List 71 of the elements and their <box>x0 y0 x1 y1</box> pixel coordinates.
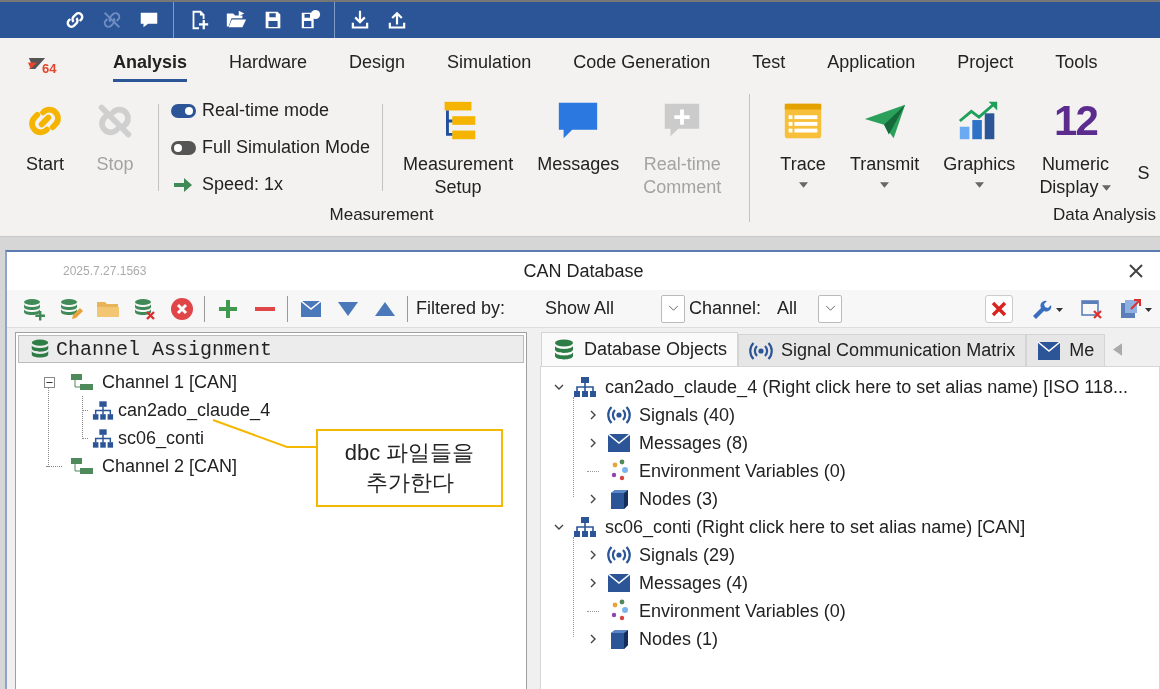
toggle-label: Full Simulation Mode <box>202 137 371 158</box>
delete-button[interactable] <box>985 294 1013 323</box>
envelope-icon <box>607 431 631 455</box>
channel-dropdown[interactable]: All <box>777 294 843 323</box>
window-title: CAN Database <box>523 260 644 282</box>
tree-item[interactable]: Nodes (1) <box>639 628 719 650</box>
tree-item[interactable]: Signals (29) <box>639 544 736 566</box>
toggle-switch[interactable] <box>171 103 196 118</box>
filter-label: Filtered by: <box>416 298 506 319</box>
database-icon <box>29 338 51 360</box>
database-icon <box>552 337 576 362</box>
envelope-icon <box>1037 338 1062 363</box>
tree-item[interactable]: Signals (40) <box>639 404 736 426</box>
ribbon-button[interactable]: 12 Numeric Display <box>1027 98 1124 205</box>
chevron-down-icon <box>824 305 836 312</box>
arrow-right-icon <box>173 176 193 193</box>
ribbon-tab[interactable]: Simulation <box>447 44 532 82</box>
ribbon-tab[interactable]: Project <box>957 44 1014 82</box>
logo: 64 <box>28 50 78 76</box>
channel-icon <box>70 455 94 477</box>
panel-tab[interactable]: Me <box>1026 334 1106 366</box>
ribbon-button[interactable]: S <box>1123 98 1150 205</box>
ribbon-button[interactable]: Measurement Setup <box>391 98 526 205</box>
version-label: 2025.7.27.1563 <box>63 264 147 278</box>
group-label: Data Analysis <box>1052 205 1157 226</box>
ribbon-tab[interactable]: Tools <box>1055 44 1098 82</box>
tree-item[interactable]: Environment Variables (0) <box>639 460 846 482</box>
panel-title: Channel Assignment <box>56 337 273 361</box>
ribbon-tab[interactable]: Test <box>752 44 786 82</box>
panel-tab[interactable]: Database Objects <box>541 332 739 366</box>
signal-icon <box>607 543 631 567</box>
tree-item[interactable]: Environment Variables (0) <box>639 600 846 622</box>
tree-item[interactable]: Nodes (3) <box>639 488 719 510</box>
signal-icon <box>607 403 631 427</box>
chevron-down-icon <box>667 305 679 312</box>
ribbon-button[interactable]: Messages <box>525 98 632 205</box>
tree-item[interactable]: can2ado_claude_4 (Right click here to set alias name) [ISO 118... <box>605 376 1128 398</box>
ribbon-tab[interactable]: Application <box>827 44 916 82</box>
channel-icon <box>70 371 94 393</box>
callout-note: dbc 파일들을 추가한다 <box>316 429 503 507</box>
toggle-label: Real-time mode <box>202 100 330 121</box>
ribbon-button[interactable]: Trace <box>768 98 838 205</box>
ribbon-button[interactable]: Transmit <box>838 98 932 205</box>
ribbon-tab[interactable]: Analysis <box>113 44 188 82</box>
hierarchy-icon <box>573 376 597 398</box>
tree-item[interactable]: sc06_conti (Right click here to set alias name) [CAN] <box>605 516 1026 538</box>
ribbon-button[interactable]: Start <box>14 98 80 205</box>
tree-item[interactable]: Messages (8) <box>639 432 749 454</box>
tree-item[interactable]: Messages (4) <box>639 572 749 594</box>
ribbon-tab[interactable]: Design <box>349 44 406 82</box>
envelope-icon <box>607 571 631 595</box>
ribbon-tab[interactable]: Hardware <box>229 44 308 82</box>
toggle-switch[interactable] <box>171 140 196 155</box>
group-label: Measurement <box>328 205 435 226</box>
tree-item[interactable]: can2ado_claude_4 <box>118 399 271 421</box>
close-icon[interactable] <box>1128 263 1144 279</box>
panel-tab[interactable]: Signal Communication Matrix <box>738 334 1027 366</box>
tree-item[interactable]: sc06_conti <box>118 427 205 449</box>
collapse-icon[interactable] <box>43 376 55 388</box>
tree-item[interactable]: Channel 1 [CAN] <box>102 371 238 393</box>
ribbon-button[interactable]: Graphics <box>931 98 1028 205</box>
ribbon-tab[interactable]: Code Generation <box>573 44 711 82</box>
channel-label: Channel: <box>689 298 762 319</box>
speed-label: Speed: 1x <box>202 174 284 195</box>
hierarchy-icon <box>92 399 114 421</box>
x-icon <box>991 300 1007 317</box>
hierarchy-icon <box>573 516 597 538</box>
hierarchy-icon <box>92 427 114 449</box>
filter-dropdown[interactable]: Show All <box>545 294 686 323</box>
number-icon: 12 <box>1054 98 1097 144</box>
tree-item[interactable]: Channel 2 [CAN] <box>102 455 238 477</box>
